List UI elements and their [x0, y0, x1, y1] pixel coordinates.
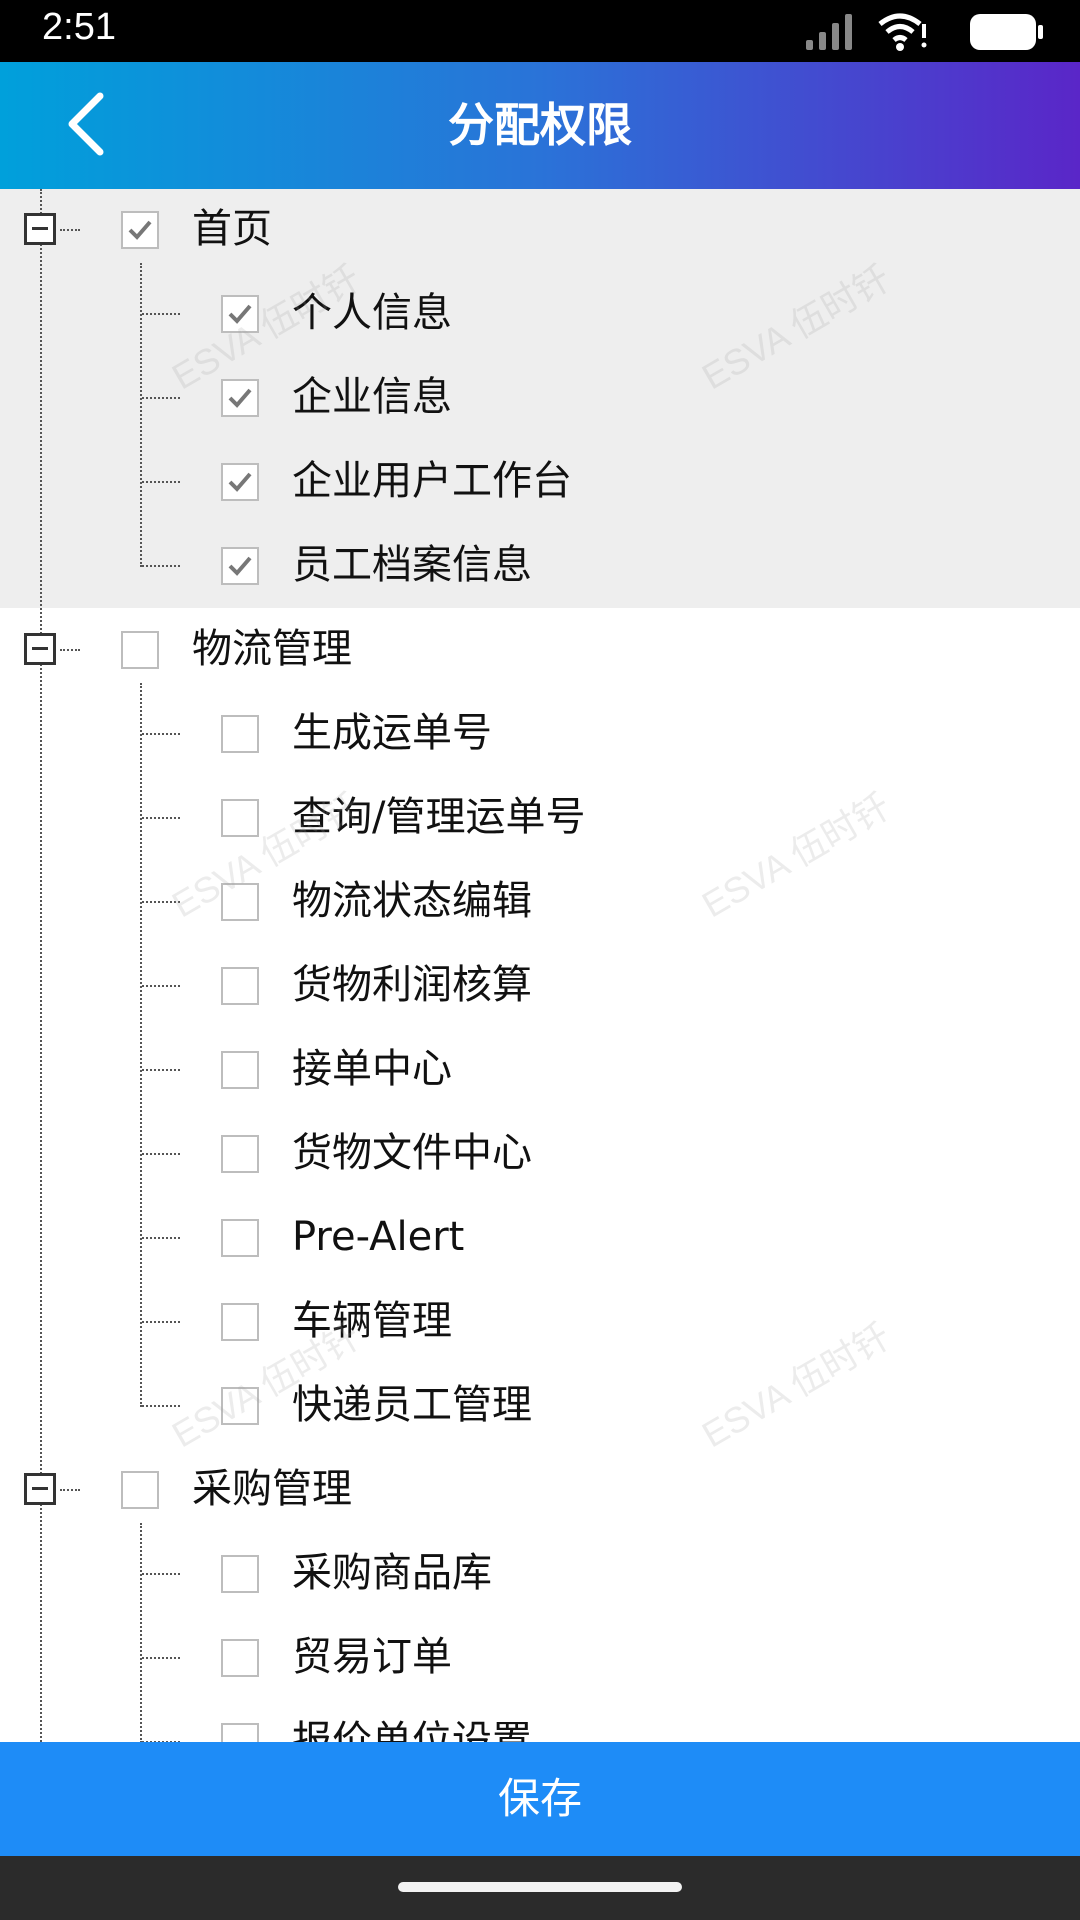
tree-connector	[60, 229, 80, 231]
item-label: 货物文件中心	[292, 1130, 532, 1176]
header-bar: 分配权限	[0, 62, 1080, 189]
item-label: 接单中心	[292, 1046, 452, 1092]
tree-connector	[142, 1321, 180, 1323]
tree-child-row[interactable]: 查询/管理运单号	[0, 777, 1080, 861]
item-label: 快递员工管理	[292, 1382, 532, 1428]
item-checkbox[interactable]	[221, 967, 259, 1005]
item-label: 员工档案信息	[292, 542, 532, 588]
checkmark-icon	[228, 388, 252, 408]
signal-icon	[806, 14, 852, 50]
tree-connector	[60, 1489, 80, 1491]
group-checkbox[interactable]	[121, 631, 159, 669]
tree-child-row[interactable]: 员工档案信息	[0, 525, 1080, 609]
wifi-icon	[878, 13, 927, 51]
tree-connector	[142, 397, 180, 399]
tree-child-row[interactable]: Pre-Alert	[0, 1197, 1080, 1281]
checkmark-icon	[128, 220, 152, 240]
tree-connector	[60, 649, 80, 651]
collapse-toggle-icon[interactable]	[24, 213, 56, 245]
tree-child-row[interactable]: 企业用户工作台	[0, 441, 1080, 525]
item-label: 贸易订单	[292, 1634, 452, 1680]
tree-connector	[142, 565, 180, 567]
tree-connector	[142, 313, 180, 315]
tree-connector	[142, 481, 180, 483]
status-icons	[784, 12, 1044, 52]
item-label: 采购商品库	[292, 1550, 492, 1596]
tree-group-row[interactable]: 采购管理	[0, 1449, 1080, 1533]
tree-branch-line	[140, 263, 142, 567]
tree-group-row[interactable]: 物流管理	[0, 609, 1080, 693]
item-label: 企业信息	[292, 374, 452, 420]
item-checkbox[interactable]	[221, 1051, 259, 1089]
tree-child-row[interactable]: 货物文件中心	[0, 1113, 1080, 1197]
tree-connector	[142, 1069, 180, 1071]
tree-child-row[interactable]: 快递员工管理	[0, 1365, 1080, 1449]
back-button[interactable]	[50, 84, 130, 164]
permission-tree: 首页个人信息企业信息企业用户工作台 员工档案信息物流管理生成运单号查询/管理运单号…	[0, 189, 1080, 1742]
status-time: 2:51	[42, 6, 116, 48]
item-checkbox[interactable]	[221, 1219, 259, 1257]
tree-connector	[142, 733, 180, 735]
item-checkbox[interactable]	[221, 379, 259, 417]
item-checkbox[interactable]	[221, 1135, 259, 1173]
group-label: 物流管理	[192, 626, 352, 672]
group-label: 采购管理	[192, 1466, 352, 1512]
tree-child-row[interactable]: 贸易订单	[0, 1617, 1080, 1701]
item-label: 报价单位设置	[292, 1718, 532, 1742]
tree-child-row[interactable]: 物流状态编辑	[0, 861, 1080, 945]
tree-connector	[142, 985, 180, 987]
tree-connector	[142, 1657, 180, 1659]
tree-branch-line	[140, 1523, 142, 1742]
item-checkbox[interactable]	[221, 1555, 259, 1593]
collapse-toggle-icon[interactable]	[24, 1473, 56, 1505]
checkmark-icon	[228, 556, 252, 576]
item-checkbox[interactable]	[221, 547, 259, 585]
group-checkbox[interactable]	[121, 1471, 159, 1509]
group-checkbox[interactable]	[121, 211, 159, 249]
tree-child-row[interactable]: 采购商品库	[0, 1533, 1080, 1617]
tree-connector	[142, 1573, 180, 1575]
item-checkbox[interactable]	[221, 715, 259, 753]
group-label: 首页	[192, 206, 272, 252]
tree-child-row[interactable]: 个人信息	[0, 273, 1080, 357]
tree-child-row[interactable]: 货物利润核算	[0, 945, 1080, 1029]
tree-child-row[interactable]: 车辆管理	[0, 1281, 1080, 1365]
tree-child-row[interactable]: 接单中心	[0, 1029, 1080, 1113]
page-title: 分配权限	[448, 98, 632, 152]
tree-branch-line	[140, 683, 142, 1407]
tree-group-row[interactable]: 首页	[0, 189, 1080, 273]
item-label: Pre-Alert	[292, 1214, 465, 1260]
status-bar: 2:51	[0, 0, 1080, 62]
checkmark-icon	[228, 472, 252, 492]
save-button[interactable]: 保存	[0, 1742, 1080, 1856]
tree-child-row[interactable]: 生成运单号	[0, 693, 1080, 777]
item-checkbox[interactable]	[221, 1639, 259, 1677]
tree-connector	[142, 1153, 180, 1155]
tree-child-row[interactable]: 企业信息	[0, 357, 1080, 441]
home-indicator[interactable]	[398, 1882, 682, 1892]
battery-icon	[970, 14, 1043, 50]
item-checkbox[interactable]	[221, 1303, 259, 1341]
collapse-toggle-icon[interactable]	[24, 633, 56, 665]
tree-connector	[142, 817, 180, 819]
item-checkbox[interactable]	[221, 1723, 259, 1742]
item-label: 货物利润核算	[292, 962, 532, 1008]
item-label: 企业用户工作台	[292, 458, 572, 504]
item-checkbox[interactable]	[221, 463, 259, 501]
item-label: 物流状态编辑	[292, 878, 532, 924]
tree-child-row[interactable]: 报价单位设置	[0, 1701, 1080, 1742]
item-label: 生成运单号	[292, 710, 492, 756]
system-nav-bar	[0, 1856, 1080, 1920]
tree-connector	[142, 1237, 180, 1239]
chevron-left-icon	[68, 92, 104, 156]
